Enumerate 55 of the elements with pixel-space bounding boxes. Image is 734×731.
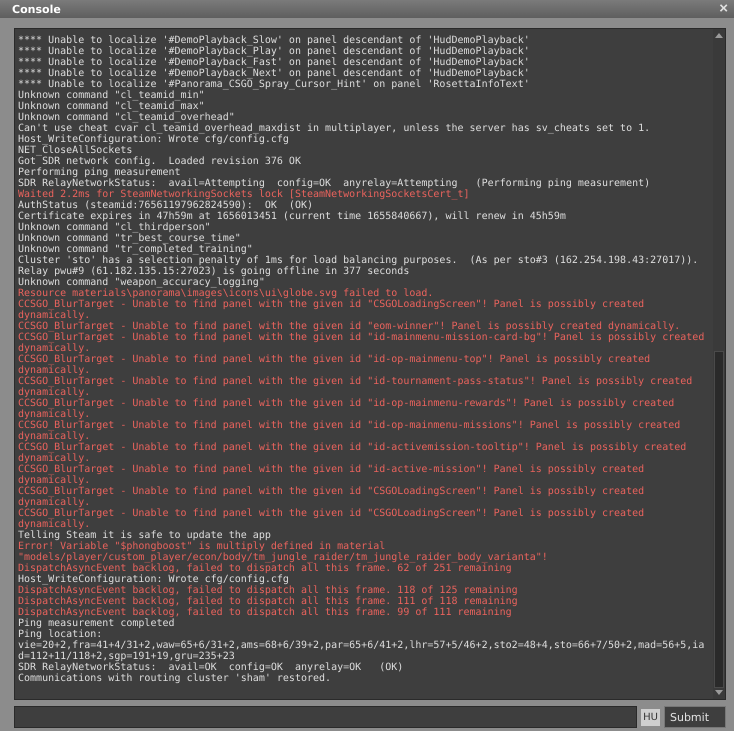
language-indicator: HU xyxy=(641,708,660,726)
command-input-field[interactable] xyxy=(14,706,638,728)
log-line: Ping measurement completed xyxy=(18,618,176,629)
log-line: Cluster 'sto' has a selection penalty of 1ms for load balancing purposes. (As per sto#3 (162.254.198.43:27017)). xyxy=(18,255,700,266)
log-line: Unknown command "weapon_accuracy_logging" xyxy=(18,277,266,288)
log-line: CCSGO_BlurTarget - Unable to find panel with the given id "id-activemission-tooltip"! Panel is possibly created dynamically. xyxy=(18,442,688,464)
log-line: DispatchAsyncEvent backlog, failed to dispatch all this frame. 62 of 251 remaining xyxy=(18,563,513,574)
log-line: Unknown command "cl_teamid_overhead" xyxy=(18,112,236,123)
log-line: SDR RelayNetworkStatus: avail=OK config=OK anyrelay=OK (OK) xyxy=(18,662,404,673)
log-line: NET_CloseAllSockets xyxy=(18,145,134,156)
log-line: Waited 2.2ms for SteamNetworkingSockets lock [SteamNetworkingSocketsCert_t] xyxy=(18,189,471,200)
submit-button[interactable]: Submit xyxy=(664,706,726,728)
log-line: CCSGO_BlurTarget - Unable to find panel with the given id "id-op-mainmenu-rewards"! Panel is possibly created dynamically. xyxy=(18,398,676,420)
log-line: Communications with routing cluster 'sham' restored. xyxy=(18,673,332,684)
log-line: DispatchAsyncEvent backlog, failed to dispatch all this frame. 118 of 125 remaining xyxy=(18,585,519,596)
log-line: Host_WriteConfiguration: Wrote cfg/config.cfg xyxy=(18,134,290,145)
log-line: Got SDR network config. Loaded revision 376 OK xyxy=(18,156,302,167)
log-line: DispatchAsyncEvent backlog, failed to dispatch all this frame. 99 of 111 remaining xyxy=(18,607,513,618)
log-line: Error! Variable "$phongboost" is multiply defined in material "models/player/custom_player/econ/body/tm_jungle_raider/tm_jungle_raider_body_varianta"! xyxy=(18,541,549,563)
log-line: Ping location: xyxy=(18,629,104,640)
log-line: SDR RelayNetworkStatus: avail=Attempting config=OK anyrelay=Attempting (Performing ping measurement) xyxy=(18,178,652,189)
scroll-up-icon[interactable] xyxy=(715,33,723,38)
log-line: AuthStatus (steamid:76561197962824590): OK (OK) xyxy=(18,200,314,211)
log-line: **** Unable to localize '#DemoPlayback_Fast' on panel descendant of 'HudDemoPlayback' xyxy=(18,57,531,68)
log-line: **** Unable to localize '#DemoPlayback_Slow' on panel descendant of 'HudDemoPlayback' xyxy=(18,35,531,46)
log-line: Unknown command "cl_teamid_max" xyxy=(18,101,206,112)
log-line: CCSGO_BlurTarget - Unable to find panel with the given id "CSGOLoadingScreen"! Panel is possibly created dynamically. xyxy=(18,299,646,321)
log-line: CCSGO_BlurTarget - Unable to find panel with the given id "id-mainmenu-mission-card-bg"! Panel is possibly created dynamically. xyxy=(18,332,706,354)
log-line: CCSGO_BlurTarget - Unable to find panel with the given id "id-op-mainmenu-missions"! Panel is possibly created dynamically. xyxy=(18,420,682,442)
log-line: **** Unable to localize '#DemoPlayback_Play' on panel descendant of 'HudDemoPlayback' xyxy=(18,46,531,57)
log-line: DispatchAsyncEvent backlog, failed to dispatch all this frame. 111 of 118 remaining xyxy=(18,596,519,607)
log-line: Unknown command "cl_teamid_min" xyxy=(18,90,206,101)
log-line: CCSGO_BlurTarget - Unable to find panel with the given id "eom-winner"! Panel is possibly created dynamically. xyxy=(18,321,682,332)
log-line: Unknown command "tr_completed_training" xyxy=(18,244,254,255)
log-line: Unknown command "tr_best_course_time" xyxy=(18,233,242,244)
log-line: Telling Steam it is safe to update the app xyxy=(18,530,272,541)
log-line: Performing ping measurement xyxy=(18,167,182,178)
log-line: CCSGO_BlurTarget - Unable to find panel with the given id "id-tournament-pass-status"! Panel is possibly created dynamically. xyxy=(18,376,694,398)
window-title: Console xyxy=(12,2,61,16)
log-line: **** Unable to localize '#Panorama_CSGO_Spray_Cursor_Hint' on panel 'RosettaInfoText' xyxy=(18,79,531,90)
log-line: Resource materials\panorama\images\icons\ui\globe.svg failed to load. xyxy=(18,288,434,299)
log-line: vie=20+2,fra=41+4/31+2,waw=65+6/31+2,ams=68+6/39+2,par=65+6/41+2,lhr=57+5/46+2,sto2=48+4,sto=66+7/50+2,mad=56+5,iad=112+11/118+2,sgp=191+19,gru=235+23 xyxy=(18,640,706,662)
log-line: CCSGO_BlurTarget - Unable to find panel with the given id "id-op-mainmenu-top"! Panel is possibly created dynamically. xyxy=(18,354,652,376)
scroll-down-icon[interactable] xyxy=(715,690,723,695)
log-line: CCSGO_BlurTarget - Unable to find panel with the given id "id-active-mission"! Panel is possibly created dynamically. xyxy=(18,464,646,486)
log-line: CCSGO_BlurTarget - Unable to find panel with the given id "CSGOLoadingScreen"! Panel is possibly created dynamically. xyxy=(18,486,646,508)
log-line: Certificate expires in 47h59m at 1656013451 (current time 1655840667), will renew in 45h59m xyxy=(18,211,567,222)
log-line: **** Unable to localize '#DemoPlayback_Next' on panel descendant of 'HudDemoPlayback' xyxy=(18,68,531,79)
log-line: Host_WriteConfiguration: Wrote cfg/config.cfg xyxy=(18,574,290,585)
close-button[interactable]: × xyxy=(717,1,730,17)
log-line: Unknown command "cl_thirdperson" xyxy=(18,222,212,233)
log-line: CCSGO_BlurTarget - Unable to find panel with the given id "CSGOLoadingScreen"! Panel is possibly created dynamically. xyxy=(18,508,646,530)
scrollbar[interactable] xyxy=(713,29,725,699)
log-line: Can't use cheat cvar cl_teamid_overhead_maxdist in multiplayer, unless the server has sv_cheats set to 1. xyxy=(18,123,652,134)
log-line: Relay pwu#9 (61.182.135.15:27023) is going offline in 377 seconds xyxy=(18,266,410,277)
